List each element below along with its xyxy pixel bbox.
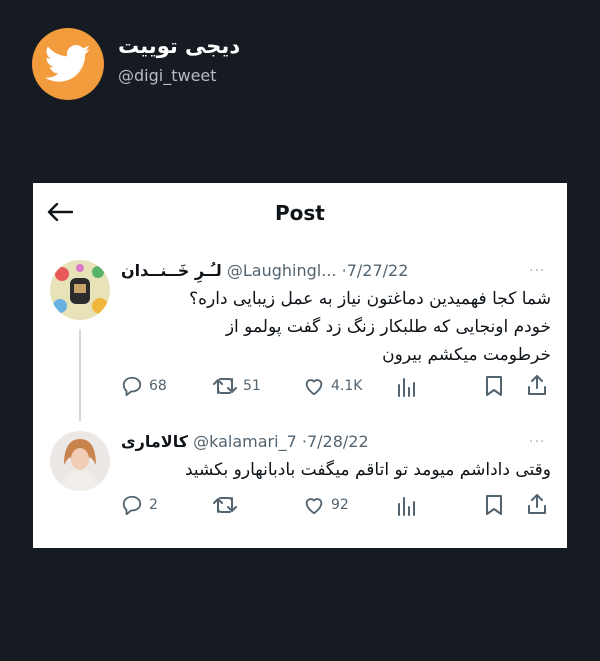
back-arrow-icon[interactable] — [47, 202, 74, 222]
tweet-handle[interactable]: @Laughingl... — [227, 261, 337, 280]
bookmark-button[interactable] — [485, 494, 503, 516]
more-options-icon[interactable]: ··· — [529, 434, 545, 450]
retweet-button[interactable]: 51 — [213, 375, 261, 397]
bookmark-button[interactable] — [485, 375, 503, 397]
heart-icon — [305, 498, 323, 515]
tweet-text-line: وقتی داداشم میومد تو اتاقم میگفت بادبانه… — [184, 460, 551, 480]
analytics-icon — [398, 497, 415, 516]
like-button[interactable]: 92 — [303, 494, 349, 516]
retweet-icon — [213, 497, 237, 513]
analytics-icon — [398, 378, 415, 397]
more-options-icon[interactable]: ··· — [529, 263, 545, 279]
reply-count: 2 — [149, 497, 158, 513]
like-button[interactable]: 4.1K — [303, 375, 362, 397]
tweet-handle[interactable]: @kalamari_7 — [193, 432, 297, 451]
tweet-author-name[interactable]: لـُـرِ خَــنــدان — [121, 261, 222, 280]
tweet-header: کالاماری @kalamari_7 ·7/28/22 — [121, 432, 369, 454]
tweet-text: شما کجا فهمیدین دماغتون نیاز به عمل زیبا… — [189, 285, 551, 369]
tweet-text-line: خرطومت میکشم بیرون — [382, 345, 551, 365]
brand-handle: @digi_tweet — [118, 66, 217, 85]
share-button[interactable] — [527, 374, 547, 396]
reply-icon — [122, 376, 142, 397]
brand-header: دیجی توییت @digi_tweet — [32, 24, 332, 100]
brand-name: دیجی توییت — [118, 34, 241, 58]
tweet-date[interactable]: 7/28/22 — [307, 432, 369, 451]
tweet-text: وقتی داداشم میومد تو اتاقم میگفت بادبانه… — [185, 456, 551, 484]
tweet-text-line: شما کجا فهمیدین دماغتون نیاز به عمل زیبا… — [189, 289, 551, 309]
avatar[interactable] — [50, 260, 110, 320]
views-button[interactable] — [396, 494, 416, 516]
like-count: 92 — [331, 497, 349, 513]
reply-icon — [122, 495, 142, 516]
bookmark-icon — [486, 376, 502, 396]
page-title: Post — [275, 201, 325, 225]
retweet-count: 51 — [243, 378, 261, 394]
reply-button[interactable]: 68 — [121, 375, 167, 397]
tweet-text-line: خودم اونجایی که طلبکار زنگ زد گفت پولمو … — [225, 317, 551, 337]
reply-button[interactable]: 2 — [121, 494, 158, 516]
heart-icon — [305, 379, 323, 396]
share-button[interactable] — [527, 493, 547, 515]
share-icon — [528, 494, 546, 514]
post-card: Post لـُـرِ خَــنــدان @Laughingl... ·7/… — [33, 183, 567, 548]
tweet-header: لـُـرِ خَــنــدان @Laughingl... ·7/27/22 — [121, 261, 408, 283]
avatar[interactable] — [50, 431, 110, 491]
thread-line — [79, 329, 81, 421]
views-button[interactable] — [396, 375, 416, 397]
tweet-author-name[interactable]: کالاماری — [121, 432, 188, 451]
like-count: 4.1K — [331, 378, 363, 394]
retweet-icon — [213, 378, 237, 394]
retweet-button[interactable] — [213, 494, 243, 516]
share-icon — [528, 375, 546, 395]
reply-count: 68 — [149, 378, 167, 394]
bookmark-icon — [486, 495, 502, 515]
tweet-date[interactable]: 7/27/22 — [347, 261, 409, 280]
twitter-bird-icon — [32, 28, 104, 100]
